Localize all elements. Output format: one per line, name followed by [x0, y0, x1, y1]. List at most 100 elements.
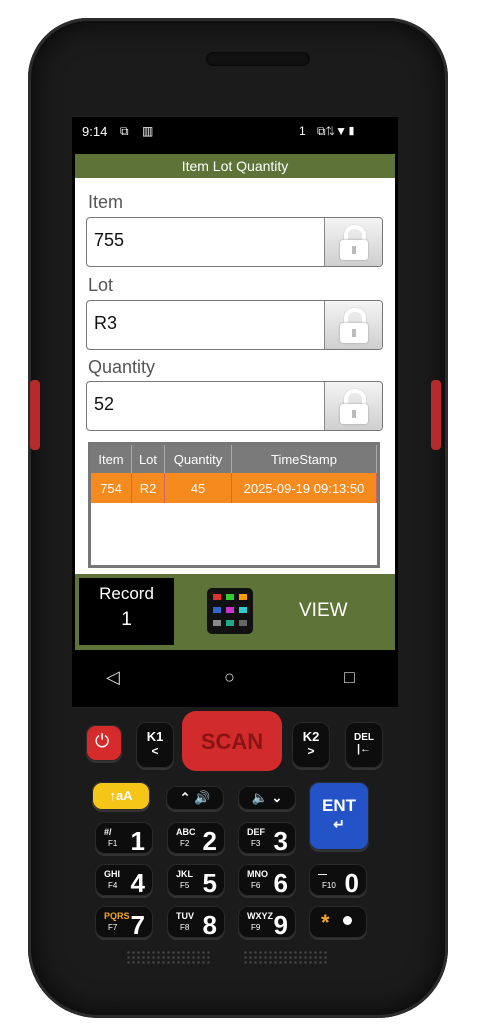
right-side-scan-button[interactable] — [431, 380, 441, 450]
key-0[interactable]: — F10 0 — [309, 864, 367, 898]
col-quantity: Quantity — [164, 445, 232, 473]
earpiece-speaker — [206, 52, 310, 66]
app-window: Item Lot Quantity Item 755 Lot R3 Quanti… — [75, 154, 395, 650]
speaker-grille-left — [126, 950, 210, 964]
key-4-digit: 4 — [130, 868, 145, 898]
key-1[interactable]: #/ F1 1 — [95, 822, 153, 856]
record-value: 1 — [121, 609, 132, 630]
enter-button[interactable]: ENT ↵ — [309, 782, 369, 850]
key-9[interactable]: WXYZ F9 9 — [238, 906, 296, 940]
shift-label: ↑aA — [109, 788, 133, 803]
item-label: Item — [88, 192, 124, 212]
key-0-sub: — — [318, 869, 327, 879]
key-7-digit: 7 — [130, 910, 145, 940]
item-lock-button[interactable] — [324, 218, 382, 266]
key-2[interactable]: ABC F2 2 — [167, 822, 225, 856]
key-6-fn: F6 — [251, 881, 261, 890]
key-8-digit: 8 — [202, 910, 217, 940]
back-nav-icon[interactable]: ◁ — [106, 667, 120, 688]
key-8[interactable]: TUV F8 8 — [167, 906, 225, 940]
del-button[interactable]: DEL |← — [345, 722, 383, 768]
col-item: Item — [91, 445, 132, 473]
table-header-row: Item Lot Quantity TimeStamp — [91, 445, 377, 473]
volume-up-button[interactable]: ⌃ 🔊 — [166, 786, 224, 810]
table-row[interactable]: 754 R2 45 2025-09-19 09:13:50 — [91, 473, 377, 503]
key-2-sub: ABC — [176, 827, 196, 837]
k1-button[interactable]: K1 < — [136, 722, 174, 768]
speaker-grille-right — [243, 950, 327, 964]
android-nav-bar: ◁ ○ □ — [72, 657, 398, 707]
app-grid-icon[interactable] — [207, 588, 253, 634]
keyhole — [352, 329, 356, 337]
shift-button[interactable]: ↑aA — [92, 782, 150, 810]
status-time: 9:14 — [82, 124, 108, 139]
key-3-sub: DEF — [247, 827, 265, 837]
lot-label: Lot — [88, 275, 114, 295]
left-arrow-icon: < — [151, 744, 159, 758]
power-icon: ⏻ — [95, 731, 110, 751]
del-label: DEL — [354, 732, 374, 743]
item-field[interactable]: 755 — [86, 217, 383, 267]
k2-button[interactable]: K2 > — [292, 722, 330, 768]
barcode-icon: ▥ — [142, 124, 154, 138]
key-7-fn: F7 — [108, 923, 118, 932]
view-button[interactable]: VIEW — [299, 600, 348, 622]
keyhole — [352, 410, 356, 418]
key-2-fn: F2 — [180, 839, 190, 848]
right-arrow-icon: > — [307, 744, 315, 758]
key-8-fn: F8 — [180, 923, 190, 932]
cast-icon: ⧉ — [120, 124, 129, 138]
cell-lot: R2 — [131, 473, 165, 503]
key-9-digit: 9 — [273, 910, 288, 940]
key-4-sub: GHI — [104, 869, 121, 879]
quantity-field[interactable]: 52 — [86, 381, 383, 431]
quantity-lock-button[interactable] — [324, 382, 382, 430]
col-timestamp: TimeStamp — [231, 445, 377, 473]
k1-label: K1 — [146, 729, 164, 744]
bottom-bar: Record 1 VIEW — [75, 574, 395, 650]
screen: 9:14 ⧉ ▥ 1 ⧉⇅▼▮ Item Lot Quantity Item 7… — [72, 117, 398, 707]
key-1-fn: F1 — [108, 839, 118, 848]
key-3[interactable]: DEF F3 3 — [238, 822, 296, 856]
star-label: * — [321, 910, 330, 935]
key-3-digit: 3 — [273, 826, 288, 856]
key-5[interactable]: JKL F5 5 — [167, 864, 225, 898]
left-side-scan-button[interactable] — [30, 380, 40, 450]
key-0-digit: 0 — [344, 868, 359, 898]
key-4-fn: F4 — [108, 881, 118, 890]
cell-timestamp: 2025-09-19 09:13:50 — [231, 473, 377, 503]
recents-nav-icon[interactable]: □ — [344, 667, 355, 688]
key-7[interactable]: PQRS F7 7 — [95, 906, 153, 940]
records-table[interactable]: Item Lot Quantity TimeStamp 754 R2 45 20… — [88, 442, 380, 568]
home-nav-icon[interactable]: ○ — [224, 667, 235, 688]
key-6[interactable]: MNO F6 6 — [238, 864, 296, 898]
key-6-digit: 6 — [273, 868, 288, 898]
volume-down-button[interactable]: 🔈 ⌄ — [238, 786, 296, 810]
lot-field[interactable]: R3 — [86, 300, 383, 350]
power-button[interactable]: ⏻ — [86, 725, 122, 761]
lock-body — [340, 323, 368, 343]
status-icons: ⧉⇅▼▮ — [317, 124, 357, 138]
key-1-sub: #/ — [104, 827, 112, 837]
lock-body — [340, 240, 368, 260]
lot-value: R3 — [94, 313, 118, 333]
key-8-sub: TUV — [176, 911, 194, 921]
key-5-fn: F5 — [180, 881, 190, 890]
scan-button[interactable]: SCAN — [182, 711, 282, 771]
lot-lock-button[interactable] — [324, 301, 382, 349]
app-title: Item Lot Quantity — [75, 154, 395, 178]
item-value: 755 — [94, 230, 125, 250]
key-9-fn: F9 — [251, 923, 261, 932]
key-9-sub: WXYZ — [247, 911, 273, 921]
key-7-sub: PQRS — [104, 911, 130, 921]
dot-icon — [343, 916, 352, 925]
volume-up-icon: ⌃ 🔊 — [179, 790, 211, 805]
keyhole — [352, 246, 356, 254]
key-star[interactable]: * — [309, 906, 367, 938]
key-2-digit: 2 — [202, 826, 217, 856]
notification-count: 1 — [299, 124, 306, 138]
k2-label: K2 — [302, 729, 320, 744]
cell-item: 754 — [91, 473, 132, 503]
key-4[interactable]: GHI F4 4 — [95, 864, 153, 898]
key-5-digit: 5 — [202, 868, 217, 898]
